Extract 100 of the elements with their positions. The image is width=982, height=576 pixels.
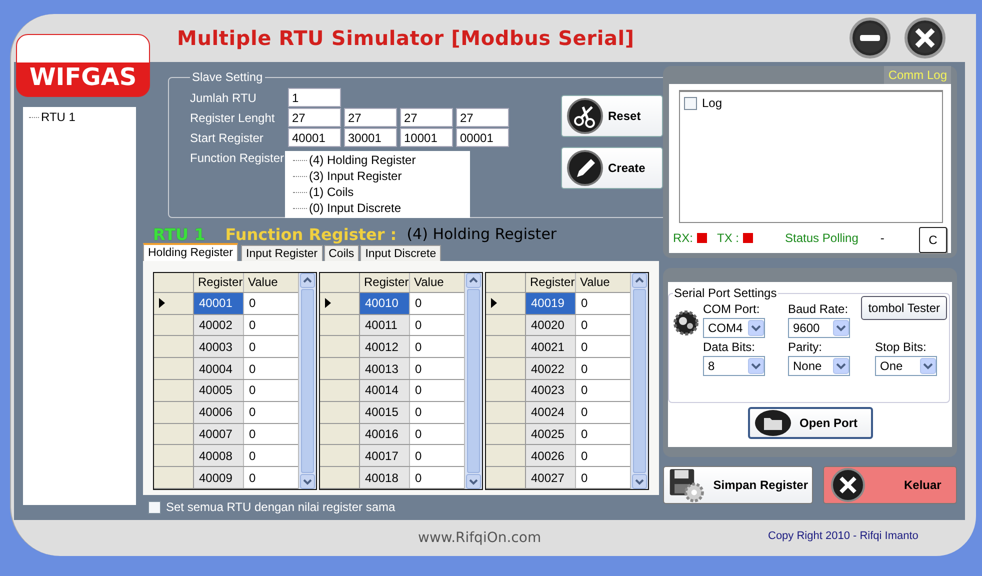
register-cell[interactable]: 40019 [526,292,576,314]
value-cell[interactable]: 0 [576,402,630,423]
input-field[interactable]: 1 [288,88,341,107]
input-field[interactable]: 40001 [288,128,341,147]
dropdown[interactable]: One [875,356,937,376]
dropdown[interactable]: None [788,356,850,376]
register-cell[interactable]: 40022 [526,358,576,379]
value-cell[interactable]: 0 [576,314,630,336]
value-cell[interactable]: 0 [410,467,464,488]
register-cell[interactable]: 40007 [194,424,244,444]
register-cell[interactable]: 40021 [526,336,576,358]
value-cell[interactable]: 0 [576,336,630,358]
register-cell[interactable]: 40027 [526,467,576,488]
value-cell[interactable]: 0 [410,292,464,314]
row-header-cell[interactable] [154,380,194,401]
register-cell[interactable]: 40020 [526,314,576,336]
register-cell[interactable]: 40010 [360,292,410,314]
scrollbar[interactable] [464,273,482,489]
value-cell[interactable]: 0 [410,402,464,423]
row-header-cell[interactable] [486,467,526,488]
row-header-cell[interactable] [486,424,526,444]
reset-button[interactable]: Reset [561,95,663,137]
value-cell[interactable]: 0 [576,380,630,401]
row-header-cell[interactable] [486,445,526,466]
value-cell[interactable]: 0 [244,336,298,358]
input-field[interactable]: 27 [288,108,341,127]
list-item[interactable]: (3) Input Register [309,169,402,183]
register-cell[interactable]: 40026 [526,445,576,466]
row-header-cell[interactable] [486,336,526,358]
input-field[interactable]: 27 [456,108,509,127]
dropdown[interactable]: COM4 [703,318,765,338]
input-field[interactable]: 27 [400,108,453,127]
close-button[interactable] [904,17,946,59]
register-cell[interactable]: 40004 [194,358,244,379]
clear-button[interactable]: C [919,227,947,253]
row-header-cell[interactable] [154,402,194,423]
register-cell[interactable]: 40013 [360,358,410,379]
row-header-cell[interactable] [320,292,360,314]
value-cell[interactable]: 0 [576,292,630,314]
checkbox[interactable] [148,500,161,514]
list-item[interactable]: (1) Coils [309,185,354,199]
row-header-cell[interactable] [320,336,360,358]
checkbox[interactable] [684,96,697,110]
tab[interactable]: Input Register [241,245,323,261]
register-cell[interactable]: 40017 [360,445,410,466]
register-cell[interactable]: 40003 [194,336,244,358]
row-header-cell[interactable] [486,292,526,314]
register-cell[interactable]: 40002 [194,314,244,336]
row-header-cell[interactable] [486,380,526,401]
value-cell[interactable]: 0 [410,424,464,444]
input-field[interactable]: 00001 [456,128,509,147]
value-cell[interactable]: 0 [244,424,298,444]
row-header-cell[interactable] [154,292,194,314]
row-header-cell[interactable] [486,402,526,423]
tab[interactable]: Coils [324,245,360,261]
value-cell[interactable]: 0 [244,402,298,423]
register-cell[interactable]: 40009 [194,467,244,488]
register-cell[interactable]: 40014 [360,380,410,401]
register-cell[interactable]: 40011 [360,314,410,336]
value-cell[interactable]: 0 [244,445,298,466]
register-cell[interactable]: 40008 [194,445,244,466]
register-cell[interactable]: 40001 [194,292,244,314]
register-cell[interactable]: 40023 [526,380,576,401]
register-cell[interactable]: 40012 [360,336,410,358]
value-cell[interactable]: 0 [576,358,630,379]
input-field[interactable]: 30001 [344,128,397,147]
save-button[interactable]: Simpan Register [663,466,813,504]
row-header-cell[interactable] [320,380,360,401]
row-header-cell[interactable] [154,336,194,358]
open-port-button[interactable]: Open Port [748,407,872,439]
value-cell[interactable]: 0 [576,424,630,444]
tab[interactable]: Input Discrete [360,245,442,261]
value-cell[interactable]: 0 [410,380,464,401]
row-header-cell[interactable] [154,467,194,488]
value-cell[interactable]: 0 [244,380,298,401]
row-header-cell[interactable] [154,358,194,379]
row-header-cell[interactable] [320,314,360,336]
exit-button[interactable]: Keluar [823,466,957,504]
tree-item[interactable]: RTU 1 [41,110,76,124]
row-header-cell[interactable] [486,314,526,336]
value-cell[interactable]: 0 [576,445,630,466]
row-header-cell[interactable] [320,467,360,488]
register-cell[interactable]: 40025 [526,424,576,444]
row-header-cell[interactable] [486,358,526,379]
scrollbar[interactable] [298,273,316,489]
tester-button[interactable]: tombol Tester [861,296,947,320]
scrollbar[interactable] [630,273,648,489]
value-cell[interactable]: 0 [244,358,298,379]
list-item[interactable]: (4) Holding Register [309,153,416,167]
dropdown[interactable]: 8 [703,356,765,376]
minimize-button[interactable] [849,17,891,59]
value-cell[interactable]: 0 [410,358,464,379]
value-cell[interactable]: 0 [244,292,298,314]
list-item[interactable]: (0) Input Discrete [309,201,402,215]
input-field[interactable]: 10001 [400,128,453,147]
value-cell[interactable]: 0 [410,336,464,358]
copyright-link[interactable]: Copy Right 2010 - Rifqi Imanto [768,530,918,542]
row-header-cell[interactable] [320,358,360,379]
value-cell[interactable]: 0 [410,314,464,336]
value-cell[interactable]: 0 [410,445,464,466]
